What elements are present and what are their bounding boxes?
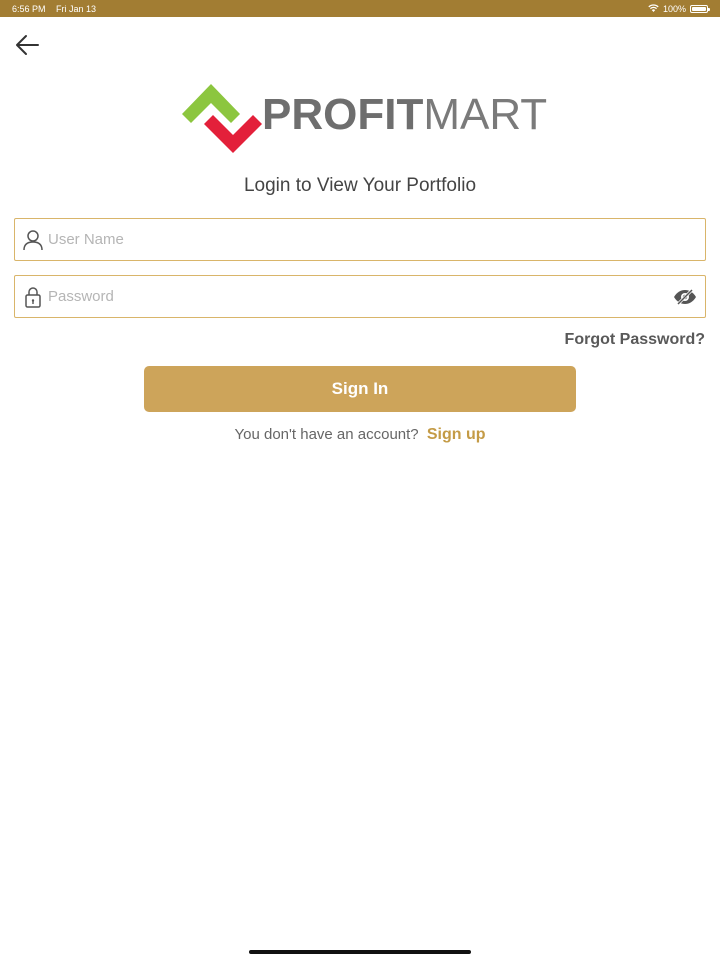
status-time: 6:56 PM <box>12 3 46 14</box>
user-icon <box>21 228 45 252</box>
forgot-password-link[interactable]: Forgot Password? <box>565 331 705 349</box>
status-date: Fri Jan 13 <box>56 3 97 14</box>
password-input[interactable] <box>45 276 671 317</box>
signup-prompt: You don't have an account? <box>234 426 419 443</box>
logo-mark-icon <box>182 84 262 153</box>
profitmart-logo: PROFITMART <box>180 82 550 156</box>
sign-up-link[interactable]: Sign up <box>427 426 486 443</box>
logo-text: PROFITMART <box>262 90 547 140</box>
wifi-icon <box>648 3 659 14</box>
back-button[interactable] <box>12 30 42 60</box>
eye-slash-icon <box>674 288 696 305</box>
status-right: 100% <box>648 3 710 14</box>
battery-icon <box>690 4 710 13</box>
signup-row: You don't have an account? Sign up <box>0 426 720 444</box>
sign-in-button[interactable]: Sign In <box>144 366 576 412</box>
username-field[interactable] <box>14 218 706 261</box>
password-visibility-toggle[interactable] <box>671 283 699 311</box>
battery-percent: 100% <box>662 3 686 14</box>
lock-icon <box>21 285 45 309</box>
page-title: Login to View Your Portfolio <box>243 175 477 196</box>
home-indicator[interactable] <box>249 950 471 954</box>
password-field[interactable] <box>14 275 706 318</box>
arrow-left-icon <box>16 35 39 55</box>
status-left: 6:56 PM Fri Jan 13 <box>12 4 104 14</box>
logo-text-light: MART <box>423 90 548 139</box>
status-bar: 6:56 PM Fri Jan 13 100% <box>0 0 720 17</box>
username-input[interactable] <box>45 219 705 260</box>
logo-text-bold: PROFIT <box>262 90 424 139</box>
